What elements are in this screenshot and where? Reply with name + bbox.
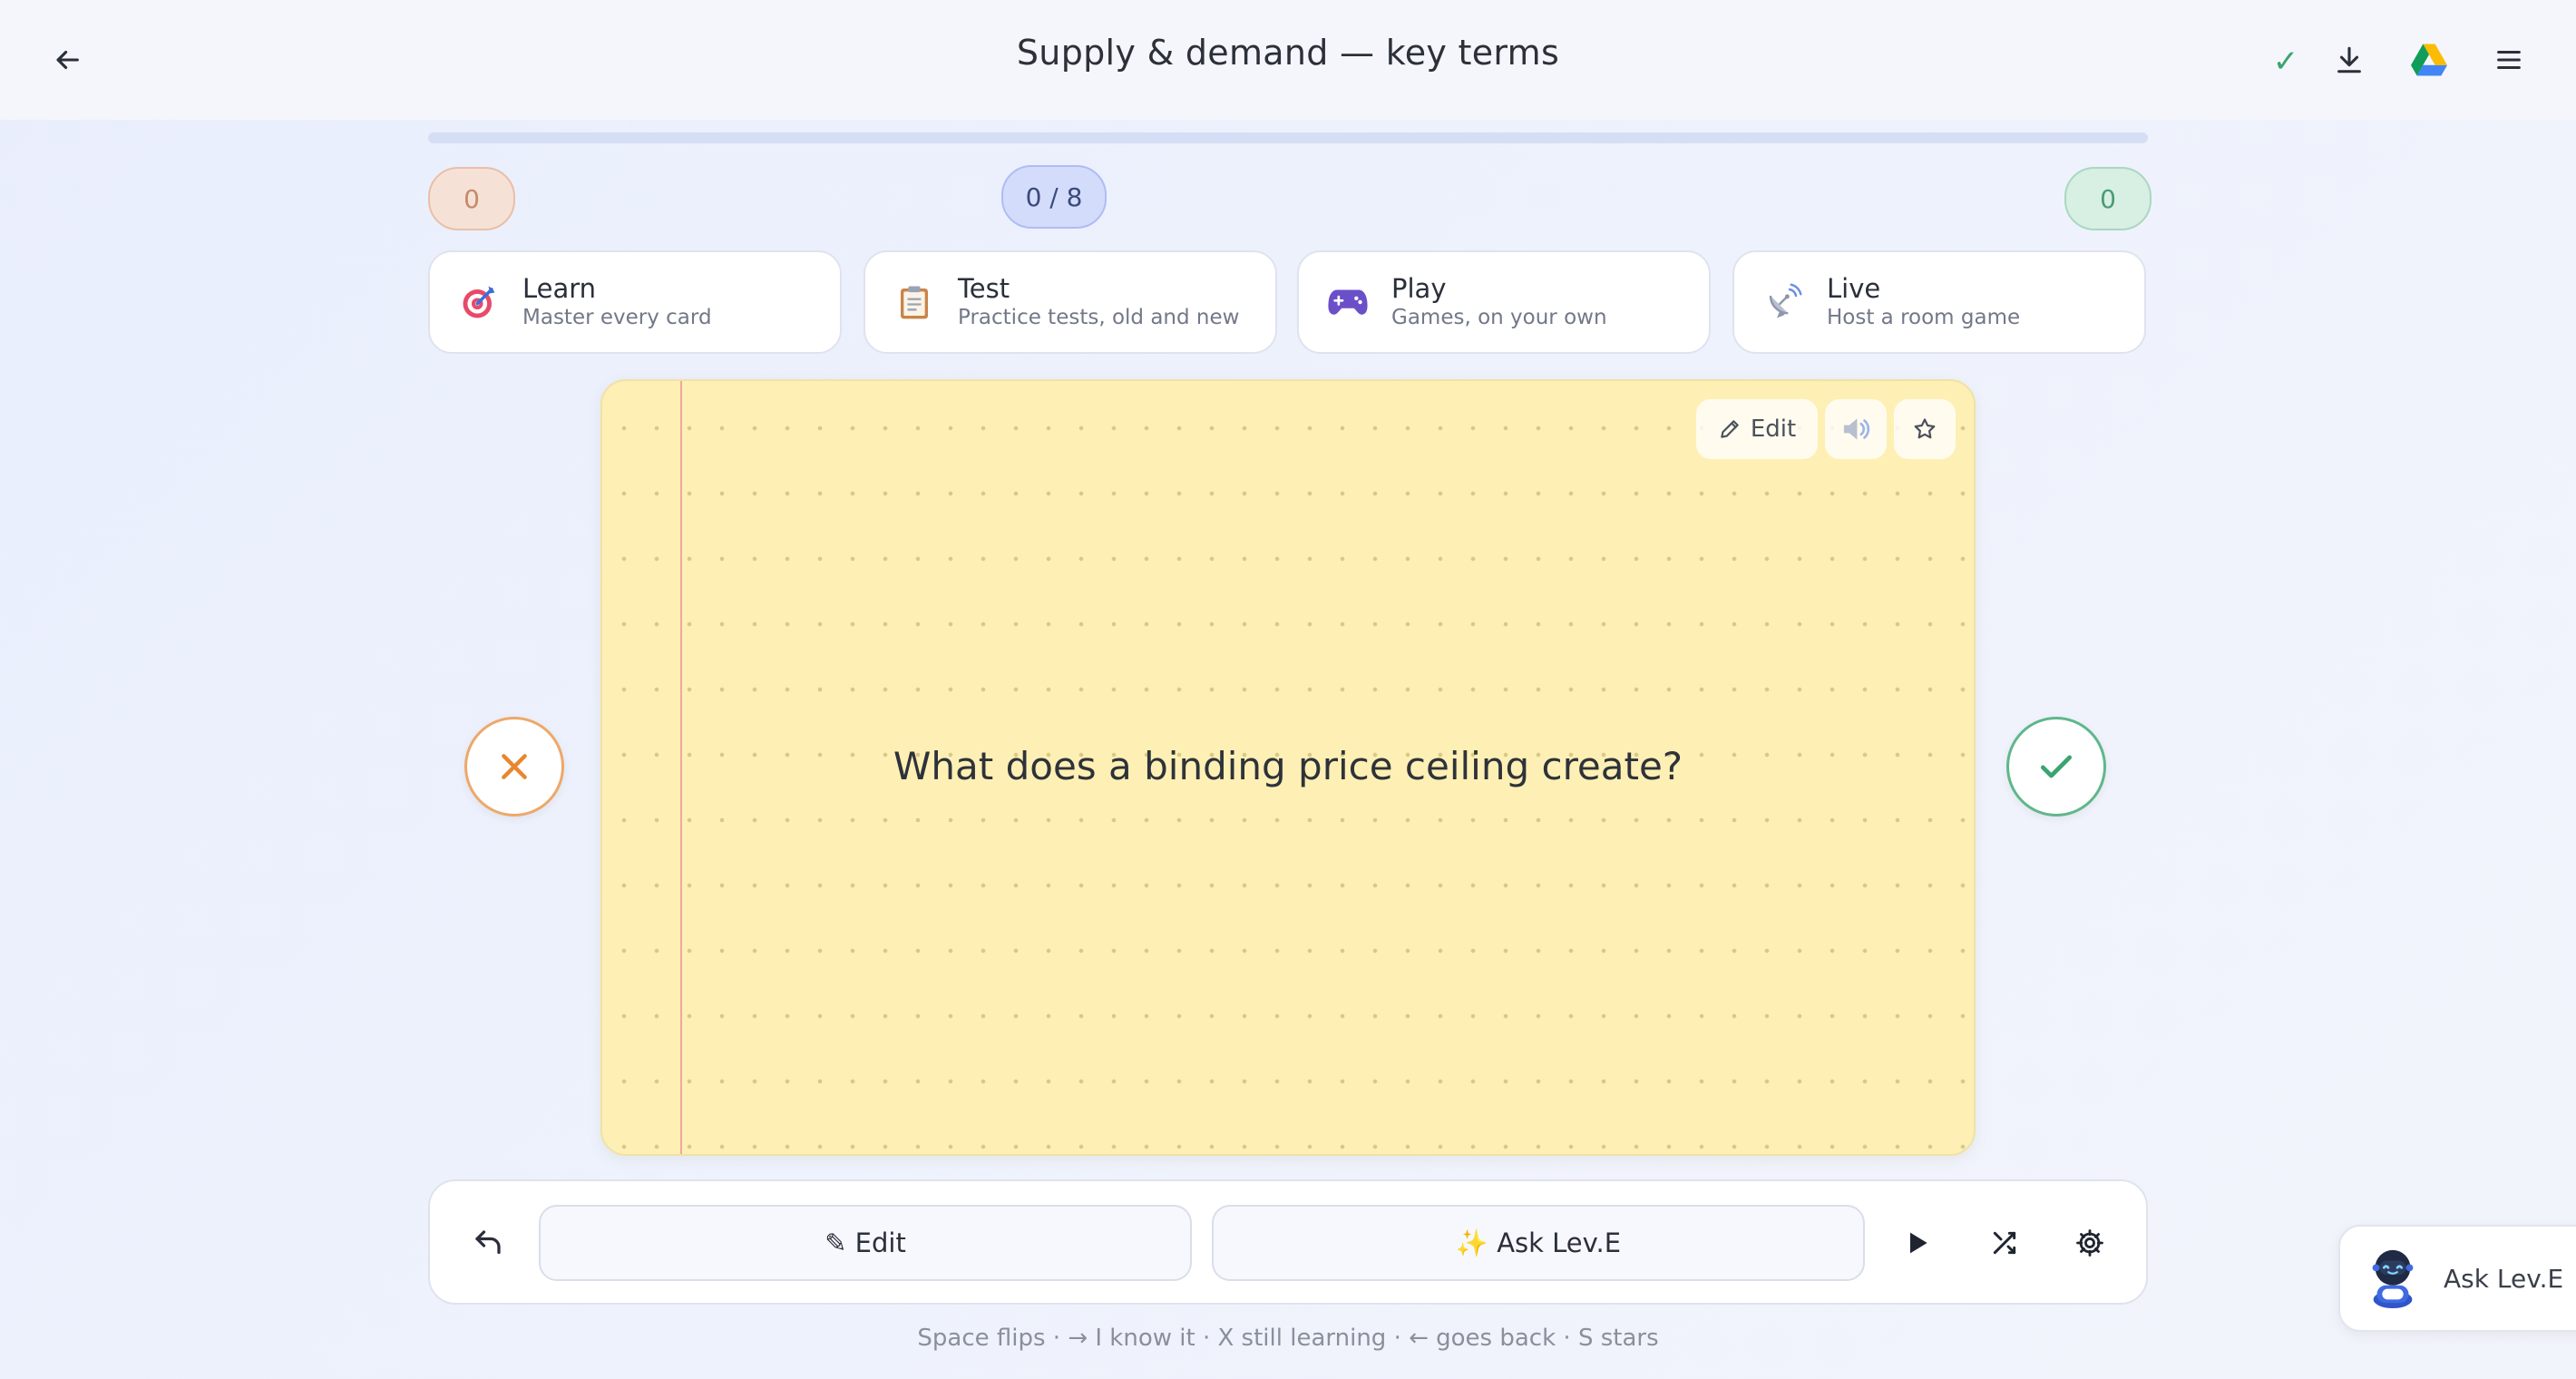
settings-button[interactable] [2063, 1216, 2117, 1270]
undo-icon [475, 1230, 501, 1255]
speaker-icon [1843, 418, 1870, 440]
play-icon [1910, 1232, 1927, 1254]
download-button[interactable] [2320, 31, 2378, 89]
ask-leve-fab[interactable]: Ask Lev.E [2338, 1225, 2576, 1332]
card-audio-button[interactable] [1825, 399, 1887, 459]
top-bar: Supply & demand — key terms ✓ [0, 0, 2576, 120]
star-icon [1914, 418, 1936, 439]
mode-play-title: Play [1391, 273, 1447, 304]
clipboard-icon [894, 282, 934, 322]
progress-bar [428, 132, 2148, 143]
shuffle-icon [1993, 1231, 2016, 1255]
pencil-icon [1721, 420, 1739, 438]
mode-test-title: Test [958, 273, 1010, 304]
mode-live-title: Live [1827, 273, 1881, 304]
still-learning-button[interactable] [464, 717, 564, 817]
mode-learn-title: Learn [522, 273, 597, 304]
card-position: 0 / 8 [1001, 165, 1107, 229]
autoplay-button[interactable] [1890, 1216, 1945, 1270]
mode-play[interactable]: Play Games, on your own [1297, 250, 1711, 354]
card-question: What does a binding price ceiling create… [893, 744, 1683, 788]
card-star-button[interactable] [1894, 399, 1956, 459]
shuffle-button[interactable] [1977, 1216, 2032, 1270]
mode-live[interactable]: Live Host a room game [1732, 250, 2146, 354]
satellite-dish-icon [1763, 282, 1803, 322]
still-learning-count: 0 [428, 167, 515, 230]
ask-leve-button[interactable]: ✨ Ask Lev.E [1212, 1205, 1865, 1281]
google-drive-button[interactable] [2400, 31, 2458, 89]
mode-learn-subtitle: Master every card [522, 306, 712, 329]
edit-set-button[interactable]: ✎ Edit [539, 1205, 1192, 1281]
google-drive-icon [2411, 44, 2447, 76]
mode-play-subtitle: Games, on your own [1391, 306, 1607, 329]
menu-button[interactable] [2480, 31, 2538, 89]
bottom-toolbar: ✎ Edit ✨ Ask Lev.E [428, 1179, 2148, 1305]
undo-button[interactable] [461, 1216, 515, 1270]
know-it-button[interactable] [2006, 717, 2106, 817]
mode-test-subtitle: Practice tests, old and new [958, 306, 1240, 329]
card-edit-button[interactable]: Edit [1696, 399, 1818, 459]
gamepad-icon [1328, 282, 1368, 322]
mode-live-subtitle: Host a room game [1827, 306, 2021, 329]
close-icon [502, 754, 527, 779]
robot-avatar-icon [2372, 1249, 2414, 1309]
known-count: 0 [2064, 167, 2152, 230]
check-icon [2040, 755, 2073, 778]
ask-leve-fab-label: Ask Lev.E [2444, 1263, 2564, 1294]
saved-check: ✓ [2272, 44, 2299, 80]
flashcard[interactable]: What does a binding price ceiling create… [600, 379, 1976, 1156]
mode-learn[interactable]: Learn Master every card [428, 250, 842, 354]
card-edit-label: Edit [1750, 416, 1797, 443]
keyboard-hint: Space flips · → I know it · X still lear… [917, 1325, 1659, 1352]
mode-test[interactable]: Test Practice tests, old and new [864, 250, 1277, 354]
gear-icon [2076, 1229, 2103, 1257]
download-icon [2337, 46, 2361, 73]
page-title: Supply & demand — key terms [1016, 33, 1560, 73]
menu-icon [2497, 50, 2521, 70]
target-icon [459, 282, 499, 322]
